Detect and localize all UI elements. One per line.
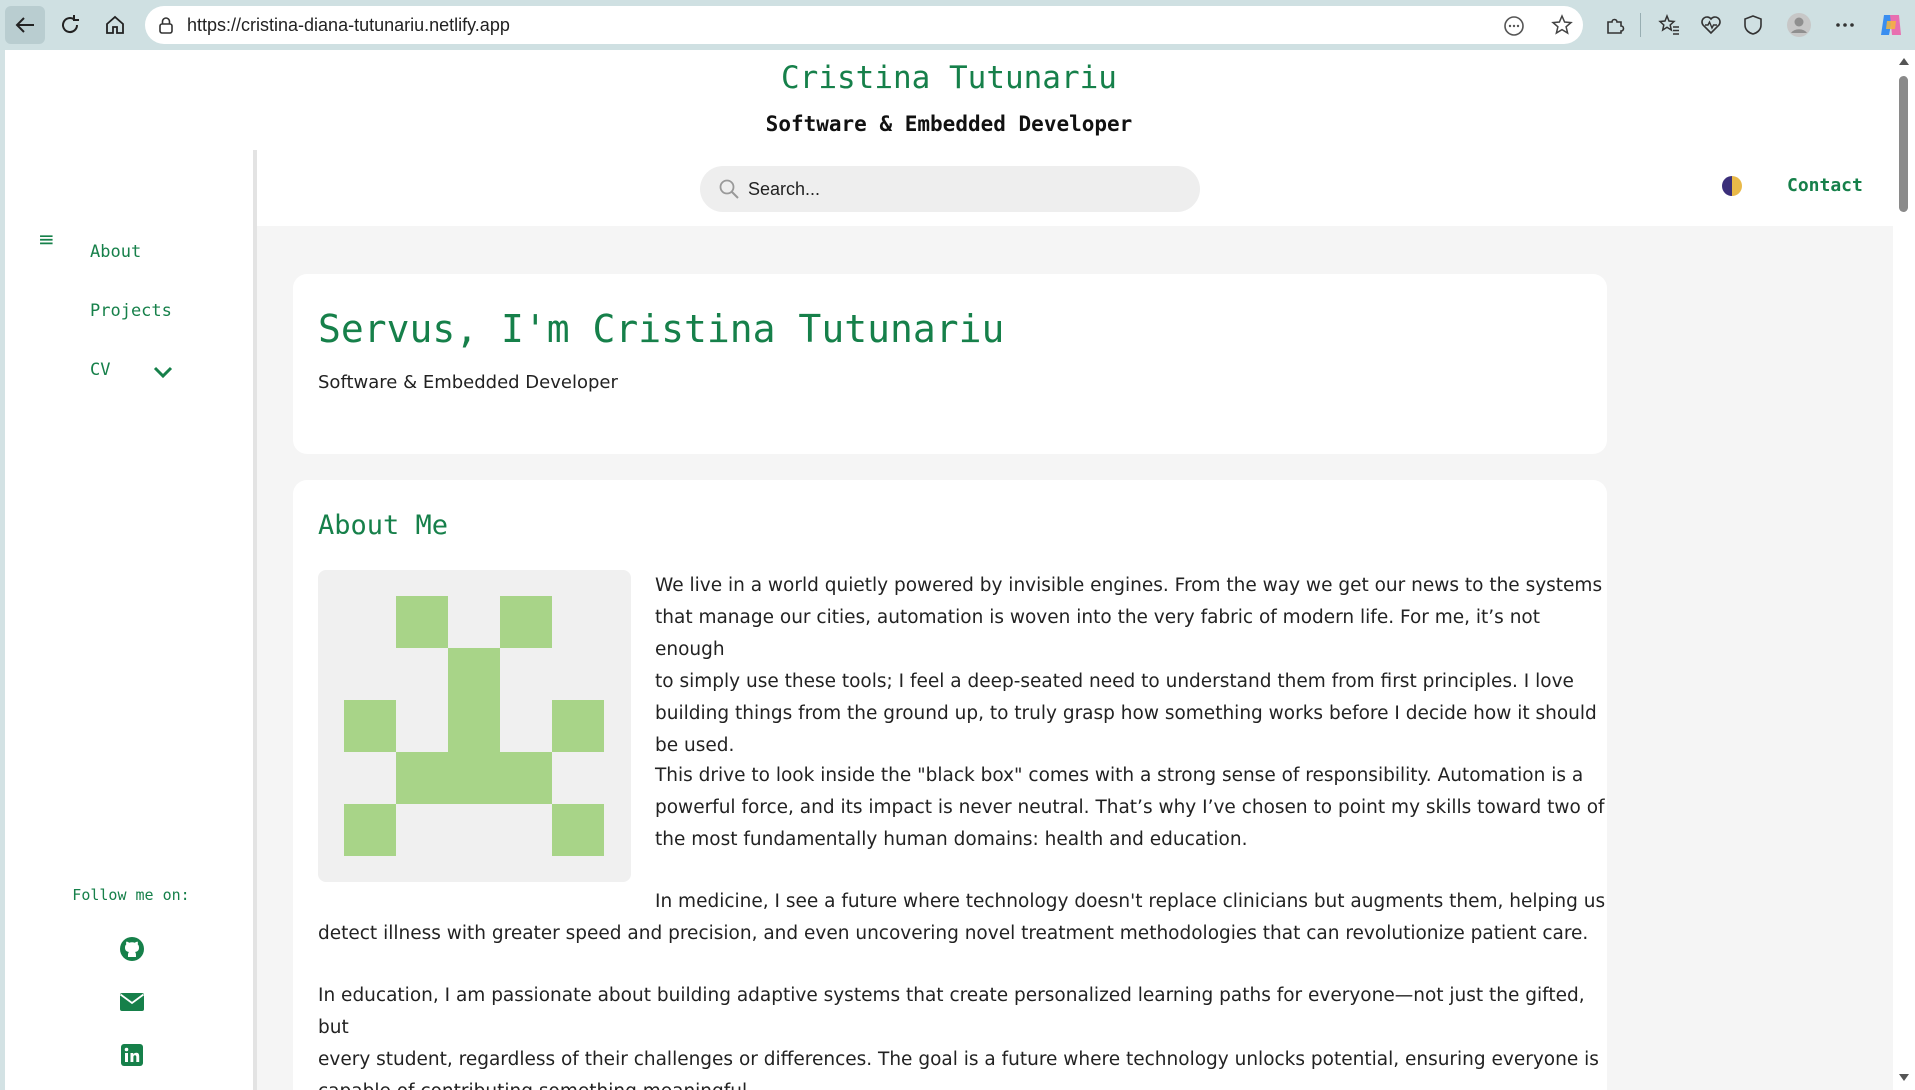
avatar-pixel <box>396 596 448 648</box>
reload-button[interactable] <box>50 6 90 44</box>
avatar-pixel <box>448 700 500 752</box>
favorite-star-icon[interactable] <box>1551 14 1573 36</box>
more-icon <box>1836 23 1854 27</box>
search-input[interactable] <box>748 166 1178 212</box>
avatar <box>318 570 631 882</box>
avatar-pixel <box>396 752 552 804</box>
about-paragraph-3: In medicine, I see a future where techno… <box>318 891 1606 944</box>
avatar-pixel <box>500 596 552 648</box>
about-title: About Me <box>318 510 449 541</box>
favorites-icon <box>1658 14 1679 35</box>
health-icon <box>1701 16 1721 35</box>
follow-label: Follow me on: <box>72 886 190 904</box>
linkedin-link[interactable] <box>118 1041 146 1069</box>
home-button[interactable] <box>95 6 135 44</box>
about-paragraph-4: In education, I am passionate about buil… <box>318 985 1599 1090</box>
address-bar[interactable]: https://cristina-diana-tutunariu.netlify… <box>145 6 1583 44</box>
search-bar[interactable] <box>700 166 1200 212</box>
home-icon <box>106 15 124 34</box>
hero-card: Servus, I'm Cristina Tutunariu Software … <box>293 274 1607 454</box>
browser-essentials-button[interactable] <box>1738 10 1768 40</box>
avatar-pixel <box>344 700 396 752</box>
site-subtitle: Software & Embedded Developer <box>765 112 1133 136</box>
back-icon <box>15 17 34 33</box>
profile-button[interactable] <box>1784 10 1814 40</box>
github-link[interactable] <box>118 935 146 963</box>
avatar-pixel <box>448 648 500 700</box>
extensions-button[interactable] <box>1600 10 1630 40</box>
page-scrollbar[interactable] <box>1893 50 1915 1090</box>
scroll-thumb[interactable] <box>1899 76 1908 212</box>
toolbar-divider <box>1640 13 1641 37</box>
avatar-pixel <box>552 700 604 752</box>
github-icon <box>120 937 144 961</box>
sidebar-item-cv[interactable]: CV <box>90 360 110 380</box>
scroll-down-arrow[interactable] <box>1899 1074 1909 1081</box>
reader-icon[interactable] <box>1503 15 1525 37</box>
hero-subtitle: Software & Embedded Developer <box>318 372 618 393</box>
avatar-pixel <box>552 804 604 856</box>
chevron-down-icon[interactable] <box>152 365 174 379</box>
main-content: Servus, I'm Cristina Tutunariu Software … <box>257 226 1893 1090</box>
favorites-button[interactable] <box>1654 10 1684 40</box>
theme-toggle-icon[interactable] <box>1722 176 1742 196</box>
scroll-up-arrow[interactable] <box>1899 58 1909 65</box>
sidebar-item-projects[interactable]: Projects <box>90 301 172 321</box>
url-text[interactable]: https://cristina-diana-tutunariu.netlify… <box>187 15 510 36</box>
browser-toolbar: https://cristina-diana-tutunariu.netlify… <box>0 0 1915 50</box>
about-paragraph-2: This drive to look inside the "black box… <box>655 765 1605 850</box>
copilot-icon <box>1881 15 1901 35</box>
menu-icon[interactable]: ≡ <box>38 227 55 251</box>
lock-icon[interactable] <box>157 16 175 34</box>
search-icon <box>719 179 739 199</box>
sidebar-item-about[interactable]: About <box>90 242 141 262</box>
contact-link[interactable]: Contact <box>1787 175 1863 196</box>
site-title: Cristina Tutunariu <box>781 60 1117 96</box>
web-page: Cristina Tutunariu Software & Embedded D… <box>5 50 1893 1090</box>
back-button[interactable] <box>5 6 45 44</box>
hero-title: Servus, I'm Cristina Tutunariu <box>318 307 1005 351</box>
extensions-icon <box>1607 18 1625 34</box>
email-link[interactable] <box>118 988 146 1016</box>
email-icon <box>119 993 145 1011</box>
avatar-pixel <box>344 804 396 856</box>
shield-icon <box>1744 15 1762 35</box>
more-button[interactable] <box>1830 10 1860 40</box>
sidebar: ≡ About Projects CV Follow me on: <box>5 150 257 1090</box>
about-paragraph-1: We live in a world quietly powered by in… <box>655 575 1603 756</box>
profile-icon <box>1787 13 1811 37</box>
health-button[interactable] <box>1696 10 1726 40</box>
reload-icon <box>62 15 79 34</box>
linkedin-icon <box>121 1044 143 1066</box>
copilot-button[interactable] <box>1876 10 1906 40</box>
about-card: About Me We live in a world quietly powe… <box>293 480 1607 1090</box>
